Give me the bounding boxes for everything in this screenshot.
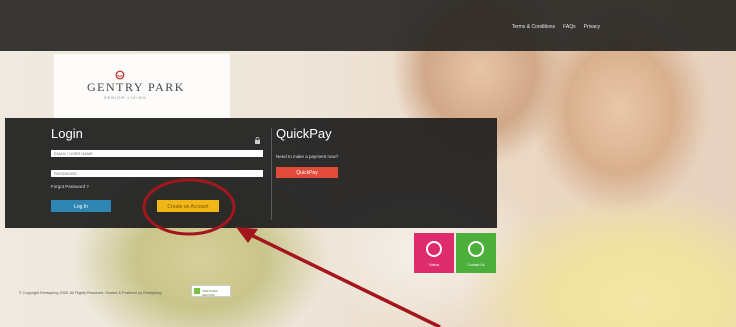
header-links: Terms & Conditions FAQs Privacy [512, 24, 600, 30]
login-button[interactable]: Log In [51, 200, 111, 212]
badge-text: CERTIFIED SECURE [202, 289, 218, 297]
create-account-button[interactable]: Create an Account [157, 200, 219, 212]
privacy-link[interactable]: Privacy [584, 24, 600, 30]
secure-badge[interactable]: CERTIFIED SECURE [191, 285, 231, 297]
login-title: Login [51, 126, 83, 141]
logo-name[interactable]: GENTRY PARK [87, 80, 185, 95]
forgot-password-link[interactable]: Forgot Password ? [51, 184, 89, 189]
quickpay-prompt: Need to make a payment now? [276, 154, 339, 159]
videos-label: Videos [428, 263, 440, 267]
lock-icon [254, 131, 261, 144]
video-icon [426, 241, 442, 257]
badge-icon [194, 288, 200, 294]
password-field[interactable] [51, 170, 263, 177]
quickpay-button[interactable]: QuickPay [276, 167, 338, 178]
logo-tagline: SENIOR LIVING [104, 95, 147, 100]
faqs-link[interactable]: FAQs [563, 24, 576, 30]
logo-icon [115, 70, 125, 80]
contact-label: Contact Us [467, 263, 485, 267]
email-field[interactable] [51, 150, 263, 157]
quickpay-title: QuickPay [276, 126, 332, 141]
videos-tile[interactable]: Videos [414, 233, 454, 273]
panel-divider [271, 128, 272, 220]
top-navigation-bar: Terms & Conditions FAQs Privacy [0, 0, 736, 51]
phone-icon [468, 241, 484, 257]
terms-link[interactable]: Terms & Conditions [512, 24, 555, 30]
contact-tile[interactable]: Contact Us [456, 233, 496, 273]
footer-copyright: © Copyright Rentspring 2020. All Rights … [19, 291, 162, 295]
